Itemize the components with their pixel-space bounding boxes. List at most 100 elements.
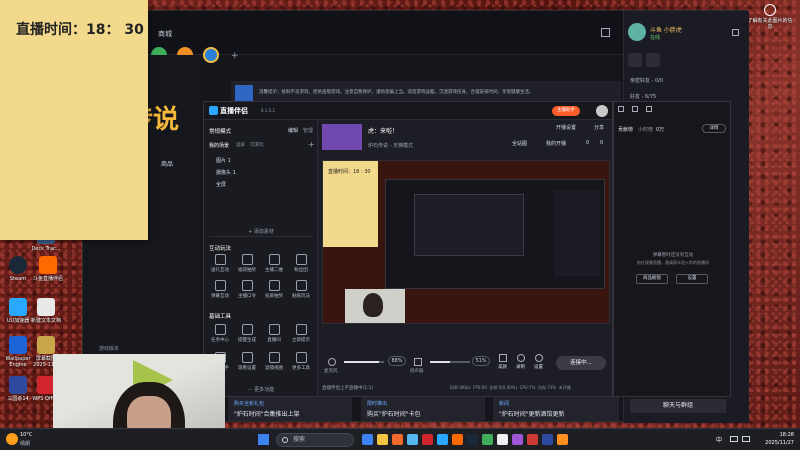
detail-button[interactable]: 详情	[702, 124, 726, 133]
tool-button[interactable]: 弹幕互动	[209, 280, 231, 299]
speaker-icon[interactable]	[414, 358, 422, 366]
desktop-icon-steam[interactable]: Steam	[2, 256, 34, 282]
scene-tab[interactable]: 可游玩	[250, 142, 264, 148]
quality-select[interactable]: 全站图	[512, 140, 527, 147]
fan-club-icon	[295, 254, 307, 265]
tool-button[interactable]: 直播间	[263, 324, 285, 343]
taskbar-app-icon[interactable]	[467, 434, 478, 445]
news-card[interactable]: 购买全新礼包 "炉石时间"合集推出上架	[228, 397, 352, 421]
tool-button[interactable]: 粉丝团	[290, 254, 312, 273]
my-broadcast-link[interactable]: 我的开播	[546, 140, 566, 147]
taskbar-app-icon[interactable]	[482, 434, 493, 445]
stream-preview[interactable]: 直播时间：18 : 30	[322, 160, 610, 324]
stream-cover[interactable]	[322, 124, 362, 150]
gear-icon[interactable]	[645, 106, 652, 112]
password-icon	[241, 280, 253, 291]
gift-icon[interactable]	[631, 106, 638, 112]
tool-button[interactable]: 立即提示	[290, 324, 312, 343]
desktop-icon-text-doc[interactable]: 新建文本文档	[30, 298, 62, 324]
source-item[interactable]: 摄像头 1	[216, 169, 236, 176]
taskbar-app-icon[interactable]	[557, 434, 568, 445]
external-link-icon[interactable]	[732, 29, 739, 36]
taskbar-app-icon[interactable]	[392, 434, 403, 445]
friend-group[interactable]: 好友 - 6/75	[630, 93, 656, 100]
tool-button[interactable]: 送礼互动	[209, 254, 231, 273]
taskbar-app-icon[interactable]	[422, 434, 433, 445]
tool-button[interactable]: 滤镜视图	[263, 352, 285, 371]
weather-temp[interactable]: 10°C	[20, 432, 32, 438]
taskbar-app-icon[interactable]	[497, 434, 508, 445]
add-source-button[interactable]: + 添加素材	[204, 228, 318, 235]
spotlight-info[interactable]: 了解有关此图片的信息	[746, 4, 794, 30]
nav-store[interactable]: 商城	[158, 29, 172, 39]
chat-groups-button[interactable]: 聊天与群组	[630, 399, 726, 413]
taskbar: 10°C 晴朗 搜索 中 18:28 2025/11/27	[0, 428, 800, 450]
taskbar-app-icon[interactable]	[452, 434, 463, 445]
taskbar-app-icon[interactable]	[512, 434, 523, 445]
stream-title[interactable]: 虎：来啦！	[368, 126, 398, 135]
go-live-button[interactable]: 连接中...	[556, 356, 606, 370]
volume-icon[interactable]	[742, 436, 750, 442]
avatar[interactable]	[628, 23, 646, 41]
sticky-note[interactable]: 直播时间：18： 30	[0, 0, 148, 240]
broadcast-settings-link[interactable]: 开播设置	[556, 124, 576, 131]
add-game-icon[interactable]: +	[231, 51, 239, 61]
beauty-icon	[498, 354, 507, 362]
tool-button[interactable]: 贴纸玩法	[290, 280, 312, 299]
desktop-icon-douyu[interactable]: 斗鱼直播伴侣	[32, 256, 64, 282]
hearthstone-game-tab[interactable]	[203, 47, 219, 63]
taskbar-app-icon[interactable]	[542, 434, 553, 445]
taskbar-app-icon[interactable]	[527, 434, 538, 445]
record-button[interactable]: 录制	[516, 354, 525, 370]
friend-group[interactable]: 亲密好友 - 0/0	[630, 77, 663, 84]
tool-button[interactable]: 更多工具	[290, 352, 312, 371]
chat-icon[interactable]	[618, 106, 624, 112]
tool-button[interactable]: 主播二维	[263, 254, 285, 273]
add-friend-button[interactable]	[628, 53, 642, 67]
tool-button[interactable]: 任务中心	[209, 324, 231, 343]
clock-time[interactable]: 18:28	[756, 432, 794, 438]
avatar[interactable]	[596, 105, 608, 117]
tool-button[interactable]: 投屏抽奖	[263, 280, 285, 299]
bell-icon[interactable]	[601, 28, 610, 37]
scene-tab[interactable]: 竖屏	[236, 142, 245, 148]
tool-button[interactable]: 提醒生成	[236, 324, 258, 343]
windows-start-icon[interactable]	[258, 434, 269, 445]
mic-icon[interactable]	[328, 358, 336, 366]
wifi-icon[interactable]	[730, 436, 738, 442]
danmaku-icon	[214, 280, 226, 291]
weather-icon[interactable]	[6, 433, 18, 445]
language-indicator[interactable]: 中	[716, 435, 722, 444]
mode-select[interactable]: 常规模式	[209, 127, 231, 135]
product-showcase-button[interactable]: 商品橱窗	[636, 274, 668, 284]
add-group-button[interactable]	[646, 53, 660, 67]
taskbar-app-icon[interactable]	[377, 434, 388, 445]
taskbar-app-icon[interactable]	[362, 434, 373, 445]
tab-hourly[interactable]: 小时榜	[638, 126, 653, 133]
mic-slider[interactable]	[344, 361, 384, 363]
source-item[interactable]: 全屏	[216, 181, 226, 188]
beauty-button[interactable]: 美颜	[498, 354, 507, 370]
tab-contribution[interactable]: 贡献榜	[618, 126, 633, 133]
host-assistant-button[interactable]: 主播助手	[552, 106, 580, 116]
chat-settings-button[interactable]: 设置	[676, 274, 708, 284]
sgs-icon	[9, 376, 27, 394]
add-scene-icon[interactable]: +	[308, 140, 315, 149]
taskbar-app-icon[interactable]	[407, 434, 418, 445]
news-card[interactable]: 限时推出 购买"炉石时间"卡包	[361, 397, 485, 421]
tool-button[interactable]: 主播口令	[236, 280, 258, 299]
tool-button[interactable]: 观看设置	[236, 352, 258, 371]
wallpaper-icon	[9, 336, 27, 354]
settings-button[interactable]: 设置	[534, 354, 543, 370]
clock-date[interactable]: 2025/11/27	[756, 440, 794, 446]
speaker-slider[interactable]	[430, 361, 470, 363]
news-card[interactable]: 新闻 "炉石时间"更新酒馆更新	[493, 397, 619, 421]
taskbar-app-icon[interactable]	[437, 434, 448, 445]
notice-icon	[235, 85, 253, 101]
tool-button[interactable]: 福袋抽奖	[236, 254, 258, 273]
share-link[interactable]: 分享	[594, 124, 604, 131]
source-item[interactable]: 图片 1	[216, 157, 231, 164]
more-tools-icon	[295, 352, 307, 363]
category-select[interactable]: 炉石传说 - 天梯模式	[368, 142, 413, 149]
mic-level: 88%	[388, 356, 406, 366]
